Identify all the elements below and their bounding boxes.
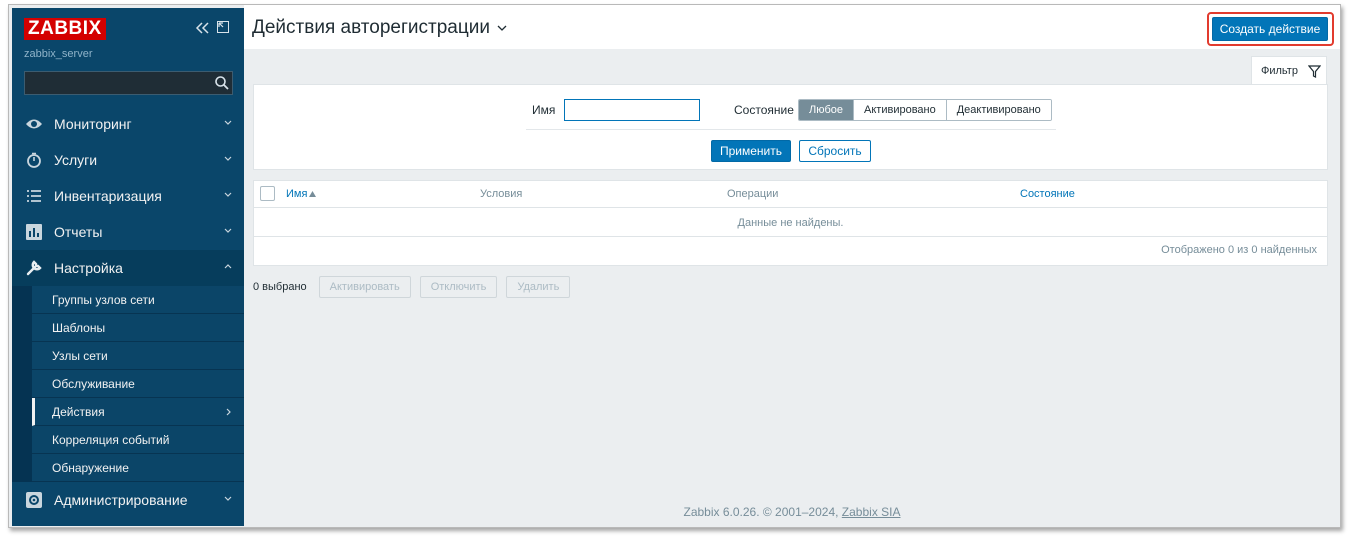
chevron-down-icon[interactable] xyxy=(496,22,508,34)
submenu-item-discovery[interactable]: Обнаружение xyxy=(32,454,244,482)
menu-label: Услуги xyxy=(54,152,98,168)
zabbix-logo[interactable]: ZABBIX xyxy=(24,18,106,40)
footer-text: Zabbix 6.0.26. © 2001–2024, xyxy=(683,505,842,519)
chevron-up-icon xyxy=(224,264,232,269)
submenu-label: Действия xyxy=(52,404,105,419)
gear-icon xyxy=(24,490,44,510)
state-segmented-control: Любое Активировано Деактивировано xyxy=(798,99,1052,121)
wrench-icon xyxy=(24,258,44,278)
state-label: Состояние xyxy=(734,103,794,117)
main-menu: Мониторинг Услуги Инвентаризация Отчеты … xyxy=(12,106,244,518)
page-header: Действия авторегистрации Создать действи… xyxy=(244,5,1340,49)
table-count: Отображено 0 из 0 найденных xyxy=(1161,244,1317,256)
chevron-down-icon xyxy=(224,156,232,161)
clock-icon xyxy=(24,150,44,170)
state-option-enabled[interactable]: Активировано xyxy=(853,100,946,120)
filter-icon xyxy=(1307,64,1321,78)
sort-asc-icon xyxy=(309,191,317,198)
menu-item-monitoring[interactable]: Мониторинг xyxy=(12,106,244,142)
selected-count: 0 выбрано xyxy=(253,281,307,293)
submenu-label: Корреляция событий xyxy=(52,432,170,447)
menu-label: Администрирование xyxy=(54,492,188,508)
menu-label: Отчеты xyxy=(54,224,103,240)
chevron-down-icon xyxy=(224,120,232,125)
delete-button[interactable]: Удалить xyxy=(506,276,571,298)
filter-tab-label: Фильтр xyxy=(1261,65,1298,77)
collapse-sidebar-icon[interactable] xyxy=(194,20,210,36)
menu-item-services[interactable]: Услуги xyxy=(12,142,244,178)
menu-label: Мониторинг xyxy=(54,116,132,132)
filter-panel: Имя Состояние Любое Активировано Деактив… xyxy=(253,84,1328,170)
create-action-button[interactable]: Создать действие xyxy=(1212,17,1328,41)
sidebar: ZABBIX zabbix_server Мониторинг Услуги И… xyxy=(12,8,244,526)
eye-icon xyxy=(24,114,44,134)
filter-divider xyxy=(526,129,1056,130)
chevron-down-icon xyxy=(224,228,232,233)
column-conditions: Условия xyxy=(480,188,523,200)
column-name-label: Имя xyxy=(286,188,308,200)
table-header-row: Имя Условия Операции Состояние xyxy=(254,181,1327,208)
reset-button[interactable]: Сбросить xyxy=(799,140,871,162)
footer-link[interactable]: Zabbix SIA xyxy=(842,505,901,519)
submenu-item-hosts[interactable]: Узлы сети xyxy=(32,342,244,370)
submenu-label: Узлы сети xyxy=(52,348,108,363)
server-name: zabbix_server xyxy=(24,48,93,60)
menu-item-inventory[interactable]: Инвентаризация xyxy=(12,178,244,214)
empty-row: Данные не найдены. xyxy=(254,209,1327,237)
disable-button[interactable]: Отключить xyxy=(419,276,498,298)
submenu-item-actions[interactable]: Действия xyxy=(32,398,244,426)
search-input[interactable] xyxy=(25,72,205,94)
menu-item-configuration[interactable]: Настройка xyxy=(12,250,244,286)
menu-label: Инвентаризация xyxy=(54,188,162,204)
submenu-label: Обслуживание xyxy=(52,376,135,391)
state-option-disabled[interactable]: Деактивировано xyxy=(945,100,1051,120)
chevron-down-icon xyxy=(224,496,232,501)
menu-item-reports[interactable]: Отчеты xyxy=(12,214,244,250)
footer: Zabbix 6.0.26. © 2001–2024, Zabbix SIA xyxy=(244,505,1340,519)
name-input[interactable] xyxy=(564,99,700,121)
name-label: Имя xyxy=(532,103,556,117)
activate-button[interactable]: Активировать xyxy=(318,276,411,298)
search-icon[interactable] xyxy=(214,75,230,91)
submenu-item-host-groups[interactable]: Группы узлов сети xyxy=(32,286,244,314)
submenu-item-event-correlation[interactable]: Корреляция событий xyxy=(32,426,244,454)
submenu-label: Обнаружение xyxy=(52,460,129,475)
kiosk-mode-icon[interactable] xyxy=(216,20,230,34)
bulk-actions: 0 выбрано Активировать Отключить Удалить xyxy=(253,276,579,298)
column-status[interactable]: Состояние xyxy=(1020,188,1075,200)
page-title[interactable]: Действия авторегистрации xyxy=(252,17,508,39)
column-operations: Операции xyxy=(727,188,779,200)
sidebar-search[interactable] xyxy=(24,71,233,95)
apply-button[interactable]: Применить xyxy=(711,140,791,162)
menu-item-administration[interactable]: Администрирование xyxy=(12,482,244,518)
select-all-checkbox[interactable] xyxy=(260,186,275,201)
submenu-item-maintenance[interactable]: Обслуживание xyxy=(32,370,244,398)
submenu-label: Группы узлов сети xyxy=(52,292,155,307)
menu-label: Настройка xyxy=(54,260,123,276)
submenu-label: Шаблоны xyxy=(52,320,106,335)
submenu-item-templates[interactable]: Шаблоны xyxy=(32,314,244,342)
configuration-submenu: Группы узлов сети Шаблоны Узлы сети Обсл… xyxy=(12,286,244,482)
bar-chart-icon xyxy=(24,222,44,242)
list-icon xyxy=(24,186,44,206)
app-window: ZABBIX zabbix_server Мониторинг Услуги И… xyxy=(8,4,1341,528)
state-option-any[interactable]: Любое xyxy=(799,100,854,120)
main-content: Действия авторегистрации Создать действи… xyxy=(244,5,1340,527)
chevron-down-icon xyxy=(224,192,232,197)
filter-tab[interactable]: Фильтр xyxy=(1251,56,1327,85)
chevron-right-icon xyxy=(226,408,231,416)
column-name[interactable]: Имя xyxy=(286,188,317,200)
actions-table: Имя Условия Операции Состояние Данные не… xyxy=(253,180,1328,266)
page-title-text: Действия авторегистрации xyxy=(252,17,490,38)
